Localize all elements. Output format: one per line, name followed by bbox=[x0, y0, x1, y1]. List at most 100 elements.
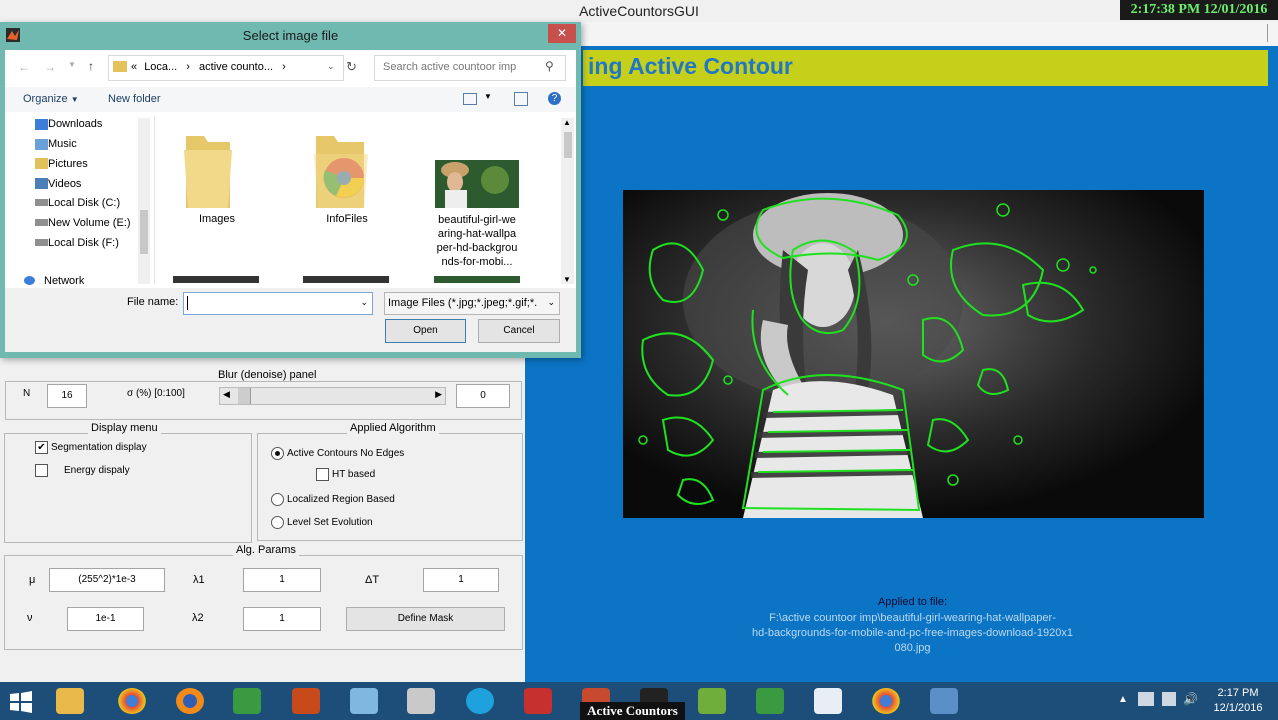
sigma-slider[interactable]: ◀ ▶ bbox=[219, 387, 446, 405]
nav-local-disk-f[interactable]: Local Disk (F:) bbox=[48, 237, 119, 249]
applied-file-line-1: F:\active countoor imp\beautiful-girl-we… bbox=[769, 612, 1056, 624]
paint-icon[interactable] bbox=[407, 688, 435, 714]
nav-new-volume-e[interactable]: New Volume (E:) bbox=[48, 217, 131, 229]
help-icon[interactable]: ? bbox=[548, 92, 561, 105]
up-arrow-icon[interactable]: ↑ bbox=[88, 59, 94, 73]
file-name-line: nds-for-mobi... bbox=[441, 256, 513, 268]
address-bar[interactable]: « Loca... › active counto... › ⌄ bbox=[108, 55, 344, 81]
search-icon[interactable]: ⚲ bbox=[545, 59, 554, 73]
address-dropdown-icon[interactable]: ⌄ bbox=[327, 61, 335, 72]
search-input[interactable]: Search active countoor imp bbox=[383, 61, 516, 73]
matlab-taskbar-icon[interactable] bbox=[292, 688, 320, 714]
organize-button[interactable]: Organize ▼ bbox=[23, 93, 79, 105]
radio-active-contours-no-edges[interactable] bbox=[271, 447, 284, 460]
radio-level-set-evolution[interactable] bbox=[271, 516, 284, 529]
window-app-icon[interactable] bbox=[930, 688, 958, 714]
files-scrollbar-thumb[interactable] bbox=[564, 132, 572, 158]
nav-music[interactable]: Music bbox=[48, 138, 77, 150]
file-explorer-icon[interactable] bbox=[56, 688, 84, 714]
firefox-icon[interactable] bbox=[176, 688, 204, 714]
back-arrow-icon[interactable]: ← bbox=[18, 60, 30, 74]
cancel-button[interactable]: Cancel bbox=[478, 319, 560, 343]
segmentation-display-label: Segmentation display bbox=[51, 442, 147, 453]
view-options-icon[interactable] bbox=[463, 93, 477, 105]
file-name-input[interactable]: ⌄ bbox=[183, 292, 373, 315]
localized-region-based-label: Localized Region Based bbox=[287, 494, 395, 505]
view-dropdown-icon[interactable]: ▼ bbox=[484, 92, 492, 101]
tray-expand-icon[interactable]: ▲ bbox=[1118, 694, 1128, 705]
files-scrollbar[interactable]: ▲ ▼ bbox=[561, 118, 574, 284]
nav-videos[interactable]: Videos bbox=[48, 178, 81, 190]
lambda2-input[interactable]: 1 bbox=[243, 607, 321, 631]
camtasia-recorder-icon[interactable] bbox=[756, 688, 784, 714]
radio-localized-region-based[interactable] bbox=[271, 493, 284, 506]
taskbar-date: 12/1/2016 bbox=[1213, 702, 1263, 714]
nav-downloads[interactable]: Downloads bbox=[48, 118, 102, 130]
image-thumbnail[interactable] bbox=[435, 160, 519, 208]
sigma-label: σ (%) [0:100] bbox=[127, 388, 185, 399]
applied-file-line-3: 080.jpg bbox=[894, 642, 931, 654]
start-icon[interactable] bbox=[8, 690, 34, 714]
nav-scrollbar[interactable] bbox=[138, 118, 150, 284]
breadcrumb-folder[interactable]: active counto... bbox=[199, 61, 273, 73]
scroll-up-icon[interactable]: ▲ bbox=[563, 118, 571, 127]
n-label: N bbox=[23, 388, 31, 399]
ht-based-checkbox[interactable] bbox=[316, 468, 329, 481]
sigma-value[interactable]: 0 bbox=[456, 384, 510, 408]
refresh-icon[interactable]: ↻ bbox=[346, 59, 357, 75]
chrome-icon[interactable] bbox=[118, 688, 146, 714]
thumbnail-partial[interactable] bbox=[173, 276, 259, 283]
lambda1-input[interactable]: 1 bbox=[243, 568, 321, 592]
network-icon bbox=[24, 276, 35, 285]
file-type-dropdown[interactable]: Image Files (*.jpg;*.jpeg;*.gif;*.I ⌄ bbox=[384, 292, 560, 315]
n-input[interactable]: 16 bbox=[47, 384, 87, 408]
segmentation-display-checkbox[interactable]: ✔ bbox=[35, 441, 48, 454]
preview-pane-icon[interactable] bbox=[514, 92, 528, 106]
notepad-icon[interactable] bbox=[350, 688, 378, 714]
folder-icon[interactable] bbox=[312, 128, 368, 208]
camtasia-icon[interactable] bbox=[233, 688, 261, 714]
nav-local-disk-c[interactable]: Local Disk (C:) bbox=[48, 197, 120, 209]
close-icon[interactable]: ✕ bbox=[548, 24, 576, 43]
nav-scrollbar-thumb[interactable] bbox=[140, 210, 148, 254]
file-name-line: aring-hat-wallpa bbox=[437, 228, 517, 240]
search-box[interactable]: Search active countoor imp ⚲ bbox=[374, 55, 566, 81]
lambda2-label: λ2 bbox=[192, 612, 204, 624]
chrome-icon-2[interactable] bbox=[872, 688, 900, 714]
ht-based-label: HT based bbox=[332, 469, 376, 480]
volume-icon[interactable]: 🔊 bbox=[1183, 692, 1198, 706]
battery-icon[interactable] bbox=[1162, 692, 1176, 706]
recent-dropdown-icon[interactable]: ▼ bbox=[68, 60, 76, 69]
slider-right-arrow-icon[interactable]: ▶ bbox=[435, 389, 442, 400]
taskbar-clock[interactable]: 2:17 PM 12/1/2016 bbox=[1208, 686, 1268, 716]
document-icon[interactable] bbox=[814, 688, 842, 714]
sigma-slider-thumb[interactable] bbox=[238, 388, 251, 404]
active-window-label[interactable]: Active Countors bbox=[580, 702, 685, 720]
new-folder-button[interactable]: New folder bbox=[108, 93, 161, 105]
skype-icon[interactable] bbox=[466, 688, 494, 714]
energy-display-checkbox[interactable] bbox=[35, 464, 48, 477]
nav-pictures[interactable]: Pictures bbox=[48, 158, 88, 170]
scroll-down-icon[interactable]: ▼ bbox=[563, 275, 571, 284]
define-mask-button[interactable]: Define Mask bbox=[346, 607, 505, 631]
forward-arrow-icon[interactable]: → bbox=[44, 60, 56, 74]
breadcrumb-overflow[interactable]: « bbox=[131, 61, 137, 73]
breadcrumb-local[interactable]: Loca... bbox=[144, 61, 177, 73]
chevron-down-icon[interactable]: ⌄ bbox=[360, 297, 368, 308]
pictures-icon bbox=[35, 158, 48, 169]
thumbnail-partial[interactable] bbox=[434, 276, 520, 283]
folder-icon[interactable] bbox=[182, 128, 234, 208]
slider-left-arrow-icon[interactable]: ◀ bbox=[223, 389, 230, 400]
open-button[interactable]: Open bbox=[385, 319, 466, 343]
nav-network[interactable]: Network bbox=[44, 275, 84, 284]
file-item-girl-image[interactable]: beautiful-girl-we aring-hat-wallpa per-h… bbox=[428, 213, 526, 269]
thumbnail-partial[interactable] bbox=[303, 276, 389, 283]
network-tray-icon[interactable] bbox=[1138, 692, 1154, 706]
nu-input[interactable]: 1e-1 bbox=[67, 607, 144, 631]
pdf-reader-icon[interactable] bbox=[524, 688, 552, 714]
chart-app-icon[interactable] bbox=[698, 688, 726, 714]
mu-input[interactable]: (255^2)*1e-3 bbox=[49, 568, 165, 592]
file-item-infofiles[interactable]: InfoFiles bbox=[298, 213, 396, 225]
file-item-images[interactable]: Images bbox=[168, 213, 266, 225]
delta-t-input[interactable]: 1 bbox=[423, 568, 499, 592]
